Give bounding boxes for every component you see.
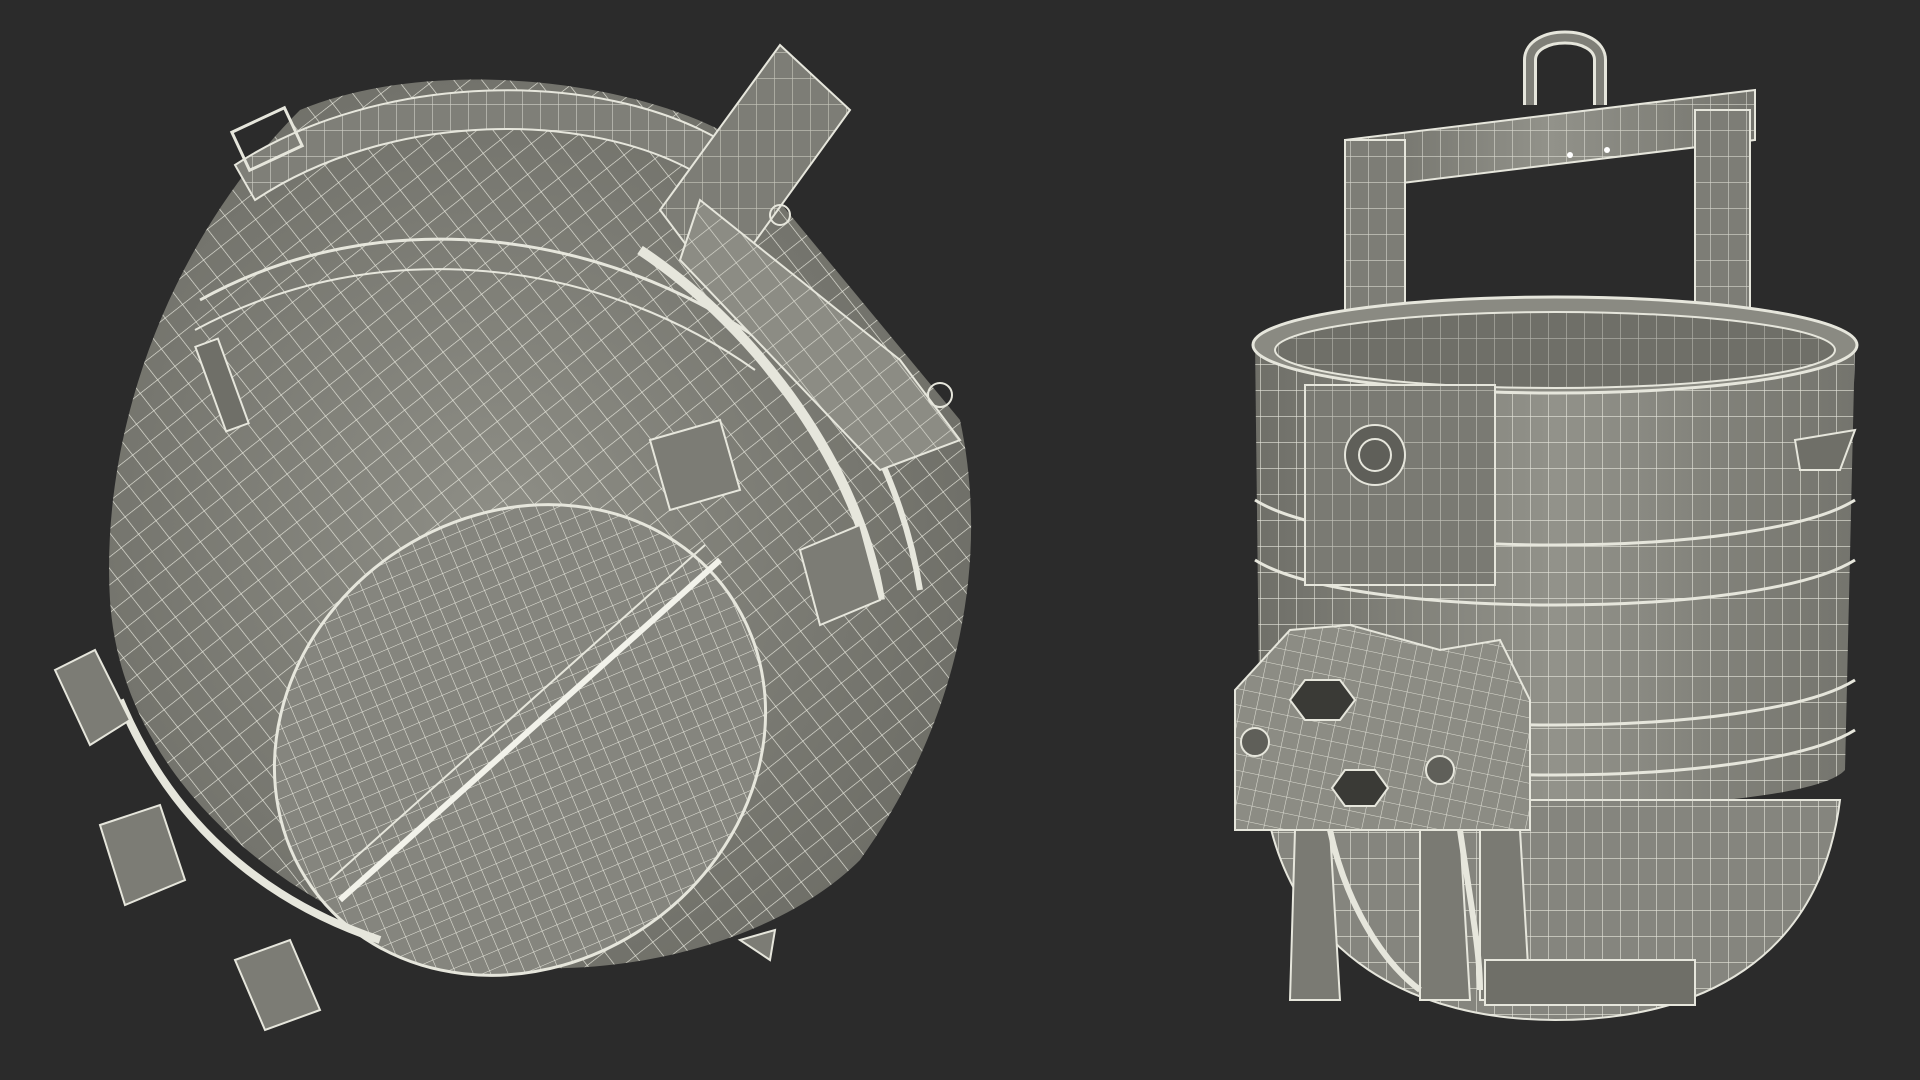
bail-pivot-plate (1304, 384, 1496, 586)
lifting-eye (1523, 30, 1607, 105)
trunnion-block (1234, 623, 1531, 831)
ladle-front-view (1234, 30, 1859, 1022)
wireframe-render (53, 30, 1859, 1032)
ladle-bottom-view (53, 43, 972, 1032)
render-viewport (0, 0, 1920, 1080)
ladle-rim-top (1251, 295, 1859, 395)
